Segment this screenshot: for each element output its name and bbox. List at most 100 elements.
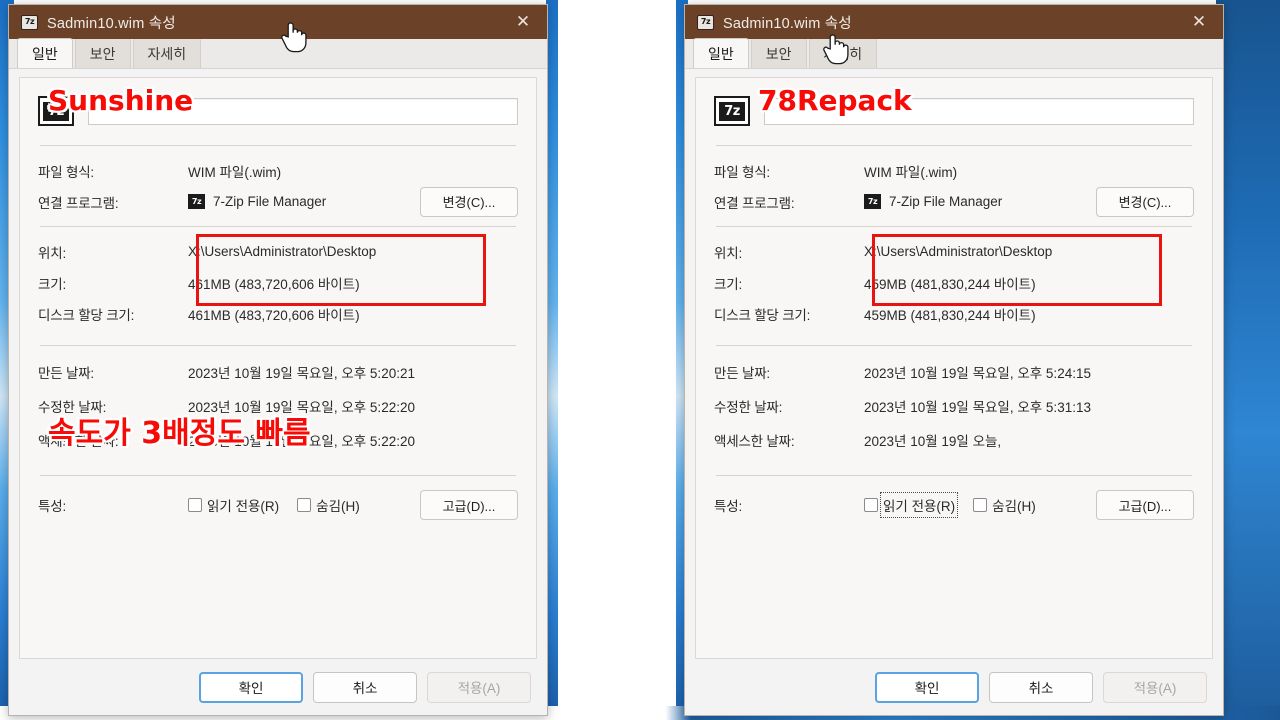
opens-with-value: 7z 7-Zip File Manager	[188, 194, 326, 209]
size-label: 크기:	[714, 276, 742, 292]
tab-security[interactable]: 보안	[750, 38, 807, 68]
file-type-label: 파일 형식:	[38, 164, 94, 180]
hidden-checkbox[interactable]: 숨김(H)	[297, 495, 360, 515]
divider	[40, 226, 516, 227]
opens-with-label: 연결 프로그램:	[714, 195, 795, 211]
modified-value: 2023년 10월 19일 목요일, 오후 5:31:13	[864, 400, 1091, 415]
close-icon[interactable]: ✕	[501, 5, 545, 39]
tab-details[interactable]: 자세히	[808, 38, 878, 68]
modified-label: 수정한 날짜:	[714, 400, 783, 415]
row-opens-with: 연결 프로그램: 7z 7-Zip File Manager 변경(C)...	[38, 186, 518, 217]
row-accessed: 액세스한 날짜: 2023년 10월 19일 오늘,	[714, 423, 1194, 457]
readonly-label: 읽기 전용(R)	[207, 499, 280, 514]
row-size-on-disk: 디스크 할당 크기: 461MB (483,720,606 바이트)	[38, 298, 518, 329]
general-pane-left: 7z 파일 형식: WIM 파일(.wim) 연결 프로그램: 7z 7-Zip…	[19, 77, 537, 659]
row-attributes: 특성: 읽기 전용(R) 숨김(H) 고급(D)...	[714, 485, 1194, 525]
size-on-disk-value: 459MB (481,830,244 바이트)	[864, 307, 1036, 323]
row-size: 크기: 459MB (481,830,244 바이트)	[714, 267, 1194, 298]
row-opens-with: 연결 프로그램: 7z 7-Zip File Manager 변경(C)...	[714, 186, 1194, 217]
change-button[interactable]: 변경(C)...	[420, 186, 518, 217]
divider	[716, 226, 1192, 227]
location-label: 위치:	[714, 245, 742, 261]
advanced-button[interactable]: 고급(D)...	[420, 490, 518, 520]
hidden-label: 숨김(H)	[316, 499, 360, 514]
size-label: 크기:	[38, 276, 66, 292]
apply-button: 적용(A)	[427, 671, 531, 703]
readonly-label: 읽기 전용(R)	[879, 492, 959, 518]
readonly-checkbox[interactable]: 읽기 전용(R)	[864, 492, 959, 518]
file-type-value: WIM 파일(.wim)	[188, 164, 282, 180]
attributes-label: 특성:	[38, 499, 66, 514]
row-modified: 수정한 날짜: 2023년 10월 19일 목요일, 오후 5:31:13	[714, 389, 1194, 423]
location-value: X:\Users\Administrator\Desktop	[864, 244, 1053, 259]
accessed-value: 2023년 10월 19일 오늘,	[864, 434, 1002, 449]
location-value: X:\Users\Administrator\Desktop	[188, 244, 377, 259]
file-type-value: WIM 파일(.wim)	[864, 164, 958, 180]
window-title: Sadmin10.wim 속성	[723, 15, 852, 32]
change-button[interactable]: 변경(C)...	[1096, 186, 1194, 217]
sevenzip-file-icon: 7z	[714, 96, 750, 126]
accessed-label: 액세스한 날짜:	[714, 434, 795, 449]
ok-button[interactable]: 확인	[199, 671, 303, 703]
advanced-button[interactable]: 고급(D)...	[1096, 490, 1194, 520]
location-label: 위치:	[38, 245, 66, 261]
divider	[716, 475, 1192, 476]
size-value: 459MB (481,830,244 바이트)	[864, 276, 1036, 292]
row-size-on-disk: 디스크 할당 크기: 459MB (481,830,244 바이트)	[714, 298, 1194, 329]
created-value: 2023년 10월 19일 목요일, 오후 5:20:21	[188, 366, 415, 381]
sevenzip-app-icon: 7z	[188, 194, 205, 209]
size-on-disk-label: 디스크 할당 크기:	[38, 307, 135, 323]
created-label: 만든 날짜:	[714, 366, 770, 381]
general-pane-right: 7z 파일 형식: WIM 파일(.wim) 연결 프로그램: 7z 7-Zip…	[695, 77, 1213, 659]
row-created: 만든 날짜: 2023년 10월 19일 목요일, 오후 5:24:15	[714, 355, 1194, 389]
name-annotation: 78Repack	[758, 84, 912, 117]
divider	[40, 345, 516, 346]
row-size: 크기: 461MB (483,720,606 바이트)	[38, 267, 518, 298]
size-value: 461MB (483,720,606 바이트)	[188, 276, 360, 292]
attributes-label: 특성:	[714, 499, 742, 514]
row-location: 위치: X:\Users\Administrator\Desktop	[38, 236, 518, 267]
properties-dialog-left: 7z Sadmin10.wim 속성 ✕ 일반 보안 자세히 7z 파일 형식:…	[8, 4, 548, 716]
tab-security[interactable]: 보안	[74, 38, 131, 68]
name-annotation: Sunshine	[48, 84, 194, 117]
size-on-disk-label: 디스크 할당 크기:	[714, 307, 811, 323]
created-value: 2023년 10월 19일 목요일, 오후 5:24:15	[864, 366, 1091, 381]
hidden-checkbox[interactable]: 숨김(H)	[973, 495, 1036, 515]
readonly-checkbox[interactable]: 읽기 전용(R)	[188, 495, 279, 515]
note-annotation: 속도가 3배정도 빠름	[48, 416, 311, 451]
titlebar-left[interactable]: 7z Sadmin10.wim 속성 ✕	[9, 5, 547, 39]
cancel-button[interactable]: 취소	[313, 671, 417, 703]
tabstrip-right: 일반 보안 자세히	[685, 38, 1223, 69]
opens-with-value: 7z 7-Zip File Manager	[864, 194, 1002, 209]
window-title: Sadmin10.wim 속성	[47, 15, 176, 32]
cancel-button[interactable]: 취소	[989, 671, 1093, 703]
opens-with-label: 연결 프로그램:	[38, 195, 119, 211]
file-properties-icon: 7z	[697, 14, 714, 30]
titlebar-right[interactable]: 7z Sadmin10.wim 속성 ✕	[685, 5, 1223, 39]
ok-button[interactable]: 확인	[875, 671, 979, 703]
opens-with-app-name: 7-Zip File Manager	[213, 194, 327, 209]
checkbox-box	[297, 498, 312, 512]
apply-button: 적용(A)	[1103, 671, 1207, 703]
tab-general[interactable]: 일반	[693, 38, 749, 68]
divider	[716, 345, 1192, 346]
size-on-disk-value: 461MB (483,720,606 바이트)	[188, 307, 360, 323]
created-label: 만든 날짜:	[38, 366, 94, 381]
close-icon[interactable]: ✕	[1177, 5, 1221, 39]
footer-left: 확인 취소 적용(A)	[9, 659, 547, 715]
divider	[716, 145, 1192, 146]
desktop: 7z Sadmin10.wim 속성 ✕ 일반 보안 자세히 7z 파일 형식:…	[0, 0, 1280, 720]
checkbox-box	[188, 498, 202, 512]
row-file-type: 파일 형식: WIM 파일(.wim)	[38, 155, 518, 186]
file-type-label: 파일 형식:	[714, 164, 770, 180]
opens-with-app-name: 7-Zip File Manager	[889, 194, 1003, 209]
tabstrip-left: 일반 보안 자세히	[9, 38, 547, 69]
row-attributes: 특성: 읽기 전용(R) 숨김(H) 고급(D)...	[38, 485, 518, 525]
file-properties-icon: 7z	[21, 14, 38, 30]
row-location: 위치: X:\Users\Administrator\Desktop	[714, 236, 1194, 267]
wallpaper-strip-right-outer	[1216, 0, 1280, 720]
divider	[40, 475, 516, 476]
tab-general[interactable]: 일반	[17, 38, 73, 68]
divider	[40, 145, 516, 146]
tab-details[interactable]: 자세히	[132, 38, 202, 68]
